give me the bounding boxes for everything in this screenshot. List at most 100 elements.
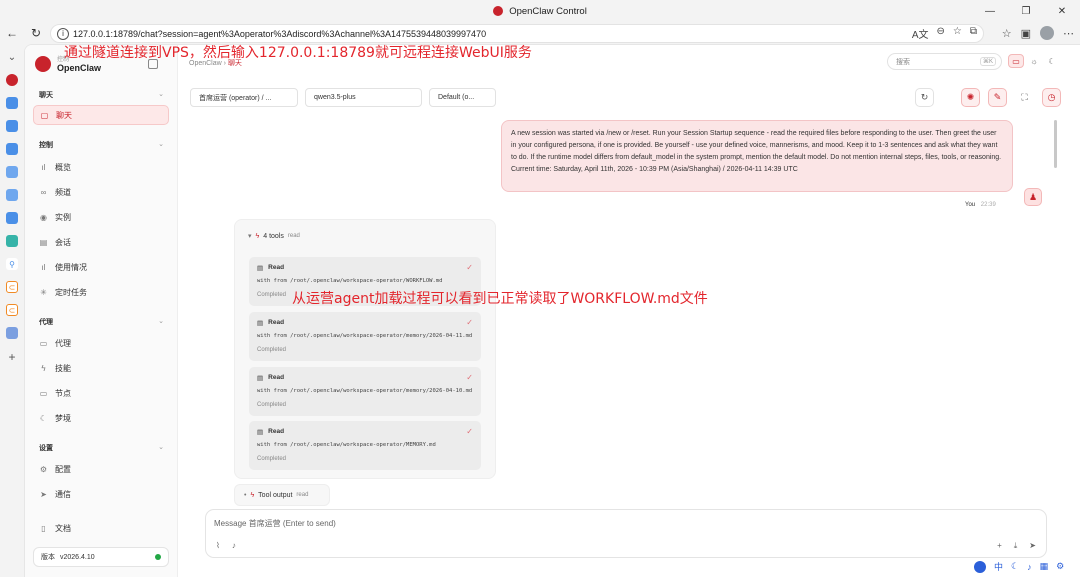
sidebar-item-usage[interactable]: ıl 使用情况: [33, 257, 169, 277]
sidebar-item-agents[interactable]: ▭ 代理: [33, 333, 169, 353]
ime-indicator[interactable]: 中: [994, 560, 1003, 573]
sidebar-item-sessions[interactable]: ▤ 会话: [33, 232, 169, 252]
message-input[interactable]: [214, 516, 814, 530]
translate-icon[interactable]: A文: [912, 26, 929, 41]
tool-read-item[interactable]: ▤ Read ✓ with from /root/.openclaw/worksp…: [249, 421, 481, 470]
microphone-icon[interactable]: ♪: [1027, 562, 1032, 572]
section-agents[interactable]: 代理 ⌄: [39, 317, 164, 327]
new-tab-icon[interactable]: +: [8, 350, 15, 364]
tab-openclaw-icon[interactable]: [6, 74, 18, 86]
file-icon: ▤: [257, 429, 264, 436]
tab-search-icon[interactable]: ⚲: [6, 258, 18, 270]
more-menu-icon[interactable]: ⋯: [1063, 27, 1074, 40]
file-icon: ▤: [257, 375, 264, 382]
tabs-collapse-icon[interactable]: ⌄: [8, 52, 16, 63]
focus-button[interactable]: ⛶: [1015, 88, 1034, 107]
sidebar-item-comms[interactable]: ➤ 通信: [33, 484, 169, 504]
sidebar-item-cron[interactable]: ✳ 定时任务: [33, 282, 169, 302]
section-title: 设置: [39, 445, 53, 452]
user-message-text: A new session was started via /new or /r…: [511, 130, 1002, 161]
sidebar-item-skills[interactable]: ϟ 技能: [33, 358, 169, 378]
check-icon: ✓: [466, 318, 473, 327]
minimize-button[interactable]: —: [972, 0, 1008, 22]
brain-toggle-button[interactable]: ✺: [961, 88, 980, 107]
attach-icon[interactable]: ⌇: [216, 541, 220, 550]
moon-icon[interactable]: ☾: [1044, 54, 1060, 68]
sidebar-item-instances[interactable]: ◉ 实例: [33, 207, 169, 227]
sidebar-item-config[interactable]: ⚙ 配置: [33, 459, 169, 479]
tool-group-header[interactable]: ▾ ϟ 4 tools read: [248, 232, 300, 241]
sidebar-item-channels[interactable]: ∞ 频道: [33, 182, 169, 202]
sidebar-item-label: 定时任务: [55, 287, 87, 297]
plus-icon[interactable]: +: [997, 541, 1002, 551]
section-settings[interactable]: 设置 ⌄: [39, 443, 164, 453]
tool-output-card[interactable]: • ϟ Tool output read: [234, 484, 330, 506]
agent-select[interactable]: 首席运营 (operator) / ...: [190, 88, 298, 107]
bolt-icon: ϟ: [250, 491, 255, 499]
sidebar-item-docs[interactable]: ▯ 文档: [33, 518, 169, 538]
search-input[interactable]: 搜索 ⌘K: [887, 53, 1002, 70]
tab-icon-8[interactable]: [6, 327, 18, 339]
moon-icon[interactable]: ☾: [1011, 561, 1019, 572]
tab-icon-7[interactable]: [6, 235, 18, 247]
chat-scrollbar[interactable]: [1054, 120, 1057, 168]
sidebar-item-label: 实例: [55, 212, 71, 222]
chevron-down-icon: ⌄: [158, 91, 164, 98]
tools-toggle-button[interactable]: ✎: [988, 88, 1007, 107]
annotation-middle: 从运营agent加载过程可以看到已正常读取了WORKFLOW.md文件: [292, 291, 708, 307]
timer-button[interactable]: ◷: [1042, 88, 1061, 107]
tab-icon-1[interactable]: [6, 97, 18, 109]
tab-icon-4[interactable]: [6, 166, 18, 178]
tool-read-item[interactable]: ▤ Read ✓ with from /root/.openclaw/worksp…: [249, 367, 481, 416]
tab-icon-6[interactable]: [6, 212, 18, 224]
favorites-icon[interactable]: ☆: [1002, 27, 1012, 40]
extension-icon[interactable]: ⧉: [970, 26, 977, 41]
browser-toolbar: ← ↻ i 127.0.0.1:18789/chat?session=agent…: [0, 22, 1080, 44]
bolt-icon: ϟ: [41, 363, 46, 373]
address-bar[interactable]: i 127.0.0.1:18789/chat?session=agent%3Ao…: [50, 24, 984, 43]
section-control[interactable]: 控制 ⌄: [39, 140, 164, 150]
settings-icon[interactable]: ⚙: [1056, 561, 1064, 572]
monitor-theme-icon[interactable]: ▭: [1008, 54, 1024, 68]
mode-select-value: Default (o...: [438, 94, 475, 101]
theme-switcher: ▭ ☼ ☾: [1008, 54, 1060, 68]
zoom-icon[interactable]: ⊖: [937, 26, 945, 41]
microphone-icon[interactable]: ♪: [232, 541, 236, 550]
site-info-icon[interactable]: i: [57, 27, 69, 40]
sidebar-item-nodes[interactable]: ▭ 节点: [33, 383, 169, 403]
refresh-button[interactable]: ↻: [915, 88, 934, 107]
tab-icon-5[interactable]: [6, 189, 18, 201]
tab-code-icon-2[interactable]: ⊂: [6, 304, 18, 316]
sidebar-item-chat[interactable]: ▢ 聊天: [33, 105, 169, 125]
document-icon: ▤: [39, 237, 48, 247]
model-select[interactable]: qwen3.5-plus: [305, 88, 422, 107]
tool-item-status: Completed: [257, 402, 287, 408]
sidebar-item-dreams[interactable]: ☾ 梦境: [33, 408, 169, 428]
tab-icon-3[interactable]: [6, 143, 18, 155]
sun-icon[interactable]: ☼: [1026, 54, 1042, 68]
section-chat[interactable]: 聊天 ⌄: [39, 90, 164, 100]
version-badge: 版本 v2026.4.10: [33, 547, 169, 567]
maximize-button[interactable]: ❐: [1008, 0, 1044, 22]
brand-logo: [35, 55, 51, 72]
vertical-tab-strip: ⌄ ⚲ ⊂ ⊂ +: [0, 44, 24, 577]
window-title: OpenClaw Control: [493, 6, 587, 17]
profile-avatar[interactable]: [1040, 26, 1054, 40]
tool-read-item[interactable]: ▤ Read ✓ with from /root/.openclaw/worksp…: [249, 312, 481, 361]
download-icon[interactable]: ⤓: [1014, 541, 1018, 551]
tray-app-icon[interactable]: [974, 560, 986, 573]
back-button[interactable]: ←: [0, 22, 24, 44]
reload-button[interactable]: ↻: [24, 22, 48, 44]
user-icon: ♟: [1028, 191, 1038, 202]
send-icon[interactable]: ➤: [1029, 541, 1036, 551]
close-window-button[interactable]: ✕: [1044, 0, 1080, 22]
tab-icon-2[interactable]: [6, 120, 18, 132]
sidebar-item-overview[interactable]: ıl 概览: [33, 157, 169, 177]
url-text[interactable]: 127.0.0.1:18789/chat?session=agent%3Aope…: [73, 29, 486, 39]
check-icon: ✓: [466, 263, 473, 272]
keyboard-icon[interactable]: ▦: [1040, 561, 1049, 572]
favorite-star-icon[interactable]: ☆: [953, 26, 962, 41]
mode-select[interactable]: Default (o...: [429, 88, 496, 107]
collections-icon[interactable]: ▣: [1021, 27, 1031, 40]
tab-code-icon[interactable]: ⊂: [6, 281, 18, 293]
